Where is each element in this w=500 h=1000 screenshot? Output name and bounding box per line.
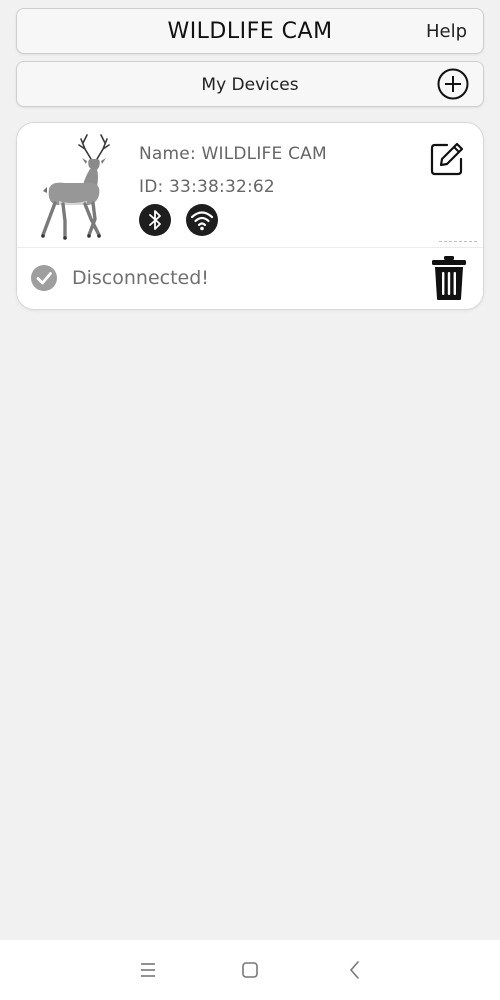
- header-bar: WILDLIFE CAM Help: [16, 8, 484, 54]
- app-title: WILDLIFE CAM: [167, 19, 333, 44]
- check-circle-icon: [31, 265, 57, 291]
- card-divider: [17, 247, 483, 248]
- dashed-divider: [439, 241, 477, 242]
- menu-icon[interactable]: [136, 958, 160, 982]
- app-screen: WILDLIFE CAM Help My Devices Name: WILDL…: [0, 0, 500, 1000]
- back-icon[interactable]: [343, 958, 367, 982]
- my-devices-bar: My Devices: [16, 61, 484, 107]
- my-devices-title: My Devices: [201, 75, 299, 95]
- plus-circle-icon: [437, 68, 469, 100]
- connection-status: Disconnected!: [72, 267, 209, 289]
- wifi-icon: [186, 204, 218, 236]
- delete-device-button[interactable]: [431, 255, 467, 301]
- system-nav-bar: [0, 940, 500, 1000]
- device-name: Name: WILDLIFE CAM: [139, 144, 327, 164]
- bluetooth-icon: [139, 204, 171, 236]
- edit-icon: [430, 142, 464, 176]
- edit-device-button[interactable]: [429, 141, 465, 177]
- device-id: ID: 33:38:32:62: [139, 177, 275, 197]
- deer-image: [41, 134, 110, 240]
- trash-icon: [432, 256, 466, 300]
- add-device-button[interactable]: [437, 68, 469, 100]
- device-card[interactable]: Name: WILDLIFE CAM ID: 33:38:32:62 Disco…: [16, 122, 484, 310]
- home-icon[interactable]: [238, 958, 262, 982]
- help-button[interactable]: Help: [426, 21, 467, 42]
